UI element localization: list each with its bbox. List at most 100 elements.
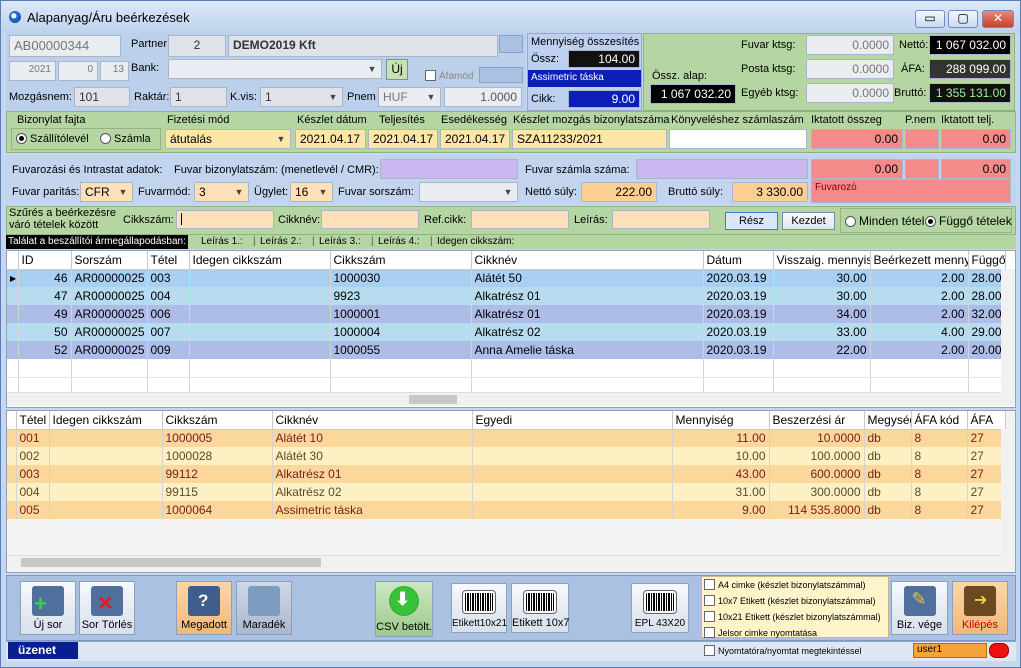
raktar-field[interactable]: 1: [170, 87, 227, 107]
fizmod-dropdown[interactable]: átutalás ▼: [165, 129, 291, 149]
table-row[interactable]: 50 AR00000025 007 1000004 Alkatrész 02 2020.0…: [7, 323, 1006, 341]
resz-button[interactable]: Rész: [725, 212, 778, 230]
grid2-hscrollbar[interactable]: [7, 555, 1001, 569]
cikknev-filter-input[interactable]: [321, 210, 419, 229]
paritas-dropdown[interactable]: CFR ▼: [80, 182, 133, 202]
kmozg-field[interactable]: SZA11233/2021: [512, 129, 667, 149]
exit-button[interactable]: ➔ Kilépés: [952, 581, 1008, 635]
chk-print-preview[interactable]: Nyomtatóra/nyomtat megtekintéssel: [704, 645, 862, 656]
cikkszam-filter-input[interactable]: [176, 210, 274, 229]
megadott-button[interactable]: ? Megadott: [176, 581, 232, 635]
new-bank-button[interactable]: Új: [386, 59, 408, 80]
table-row[interactable]: 47 AR00000025 004 9923 Alkatrész 01 2020.03.1…: [7, 287, 1006, 305]
year-field[interactable]: 2021: [9, 61, 56, 81]
table-row[interactable]: 52 AR00000025 009 1000055 Anna Amelie táska 2…: [7, 341, 1006, 359]
radio-szallitolevel[interactable]: Szállítólevél: [16, 133, 89, 145]
grid1-col[interactable]: Cikknév: [471, 251, 704, 270]
partner-code-field[interactable]: 2: [168, 35, 226, 57]
fuvarmod-dropdown[interactable]: 3 ▼: [194, 182, 249, 202]
fuvar-biz-field[interactable]: [380, 159, 518, 179]
table-row[interactable]: 49 AR00000025 006 1000001 Alkatrész 01 2020.0…: [7, 305, 1006, 323]
chk-10x7[interactable]: 10x7 Etikett (készlet bizonylatszámmal): [704, 595, 876, 606]
bank-dropdown[interactable]: ▼: [168, 59, 382, 79]
grid2-col[interactable]: Idegen cikkszám: [49, 411, 163, 430]
egyeb-field[interactable]: 0.0000: [806, 83, 894, 103]
table-row[interactable]: 005 1000064 Assimetric táska 9.00 114 535.80…: [7, 501, 1006, 519]
grid2-col[interactable]: Beszerzési ár: [769, 411, 865, 430]
grid2-col[interactable]: Cikknév: [272, 411, 473, 430]
grid1-col[interactable]: ID: [18, 251, 72, 270]
table-row[interactable]: 004 99115 Alkatrész 02 31.00 300.0000 db 8 27: [7, 483, 1006, 501]
fuvar-sorszam-dropdown[interactable]: ▼: [419, 182, 518, 202]
radio-minden[interactable]: Minden tétel: [845, 214, 924, 228]
rate-field[interactable]: 1.0000: [444, 87, 522, 107]
grid2-col[interactable]: Egyedi: [472, 411, 673, 430]
grid2-vscrollbar[interactable]: [1001, 429, 1015, 569]
table-row[interactable]: 003 99112 Alkatrész 01 43.00 600.0000 db 8 27: [7, 465, 1006, 483]
chk-a4[interactable]: A4 cimke (készlet bizonylatszámmal): [704, 579, 866, 590]
close-button[interactable]: ✕: [982, 10, 1014, 28]
fuvar-value2-field[interactable]: 0.00: [941, 159, 1011, 179]
minimize-button[interactable]: ▭: [915, 10, 945, 28]
grid1-col[interactable]: Függő: [968, 251, 1006, 270]
etikett-10x21-button[interactable]: Etikett10x21: [451, 583, 507, 633]
grid1-hscroll-thumb[interactable]: [409, 395, 457, 404]
finish-document-button[interactable]: ✎ Biz. vége: [891, 581, 948, 635]
refcikk-filter-input[interactable]: [471, 210, 569, 229]
afamod-checkbox[interactable]: Áfamód: [425, 70, 473, 82]
radio-fuggo[interactable]: Függő tételek: [925, 214, 1012, 228]
grid2-col[interactable]: ÁFA kód: [911, 411, 968, 430]
grid1-hscrollbar[interactable]: [7, 392, 1001, 406]
num1-field[interactable]: 0: [58, 61, 98, 81]
ugylet-dropdown[interactable]: 16 ▼: [290, 182, 333, 202]
maradek-button[interactable]: Maradék: [236, 581, 292, 635]
grid1-col[interactable]: Beérkezett mennyiség: [870, 251, 969, 270]
iktelj-field[interactable]: 0.00: [941, 129, 1011, 149]
grid1-col[interactable]: Cikkszám: [330, 251, 472, 270]
grid1-col[interactable]: Dátum: [703, 251, 774, 270]
csv-load-button[interactable]: ⬇ CSV betölt.: [375, 581, 433, 637]
kdatum-field[interactable]: 2021.04.17: [295, 129, 366, 149]
doc-id-field[interactable]: AB00000344: [9, 35, 121, 57]
grid1-col[interactable]: Visszaig. mennyiség: [773, 251, 871, 270]
grid1-vscrollbar[interactable]: [1001, 269, 1015, 406]
esed-field[interactable]: 2021.04.17: [440, 129, 510, 149]
telj-field[interactable]: 2021.04.17: [368, 129, 438, 149]
grid1-col[interactable]: Sorszám: [71, 251, 148, 270]
maximize-button[interactable]: ▢: [948, 10, 978, 28]
grid2-col[interactable]: Cikkszám: [162, 411, 273, 430]
brutto-suly-field[interactable]: 3 330.00: [732, 182, 808, 202]
delete-row-button[interactable]: ✕ Sor Törlés: [79, 581, 135, 635]
table-row[interactable]: 002 1000028 Alátét 30 10.00 100.0000 db 8 27: [7, 447, 1006, 465]
grid2-col[interactable]: Megység: [864, 411, 912, 430]
grid1-col[interactable]: Tétel: [147, 251, 190, 270]
new-row-button[interactable]: + Új sor: [20, 581, 76, 635]
partner-name-field[interactable]: DEMO2019 Kft: [228, 35, 498, 57]
table-row[interactable]: 001 1000005 Alátét 10 11.00 10.0000 db 8 27: [7, 429, 1006, 447]
grid2-col[interactable]: Mennyiség: [672, 411, 770, 430]
posta-field[interactable]: 0.0000: [806, 59, 894, 79]
partner-extra-button[interactable]: [499, 35, 523, 53]
table-row[interactable]: ▶ 46 AR00000025 003 1000030 Alátét 50 2020.03.…: [7, 269, 1006, 287]
fuvar-field[interactable]: 0.0000: [806, 35, 894, 55]
mozgasnem-field[interactable]: 101: [74, 87, 130, 107]
fuvar-szamla-field[interactable]: [636, 159, 808, 179]
fuvarozo-field[interactable]: Fuvarozó: [811, 179, 1011, 203]
radio-szamla[interactable]: Számla: [100, 133, 151, 145]
epl-button[interactable]: EPL 43X20: [631, 583, 689, 633]
grid1-col[interactable]: Idegen cikkszám: [189, 251, 331, 270]
grid2-hscroll-thumb[interactable]: [21, 558, 321, 567]
grid2-col[interactable]: Tétel: [16, 411, 50, 430]
iktato-field[interactable]: 0.00: [811, 129, 903, 149]
konyv-field[interactable]: [669, 129, 807, 149]
etikett-10x7-button[interactable]: Etikett 10x7: [511, 583, 569, 633]
fuvar-pnem-field[interactable]: [905, 159, 939, 179]
pnem2-field[interactable]: [905, 129, 939, 149]
kvis-dropdown[interactable]: 1 ▼: [260, 87, 343, 107]
leiras-filter-input[interactable]: [612, 210, 710, 229]
grid2-col[interactable]: ÁFA: [967, 411, 1006, 430]
num2-field[interactable]: 13: [100, 61, 129, 81]
fuvar-value1-field[interactable]: 0.00: [811, 159, 903, 179]
chk-jelsor[interactable]: Jelsor cimke nyomtatása: [704, 627, 817, 638]
kezdet-button[interactable]: Kezdet: [782, 212, 835, 230]
